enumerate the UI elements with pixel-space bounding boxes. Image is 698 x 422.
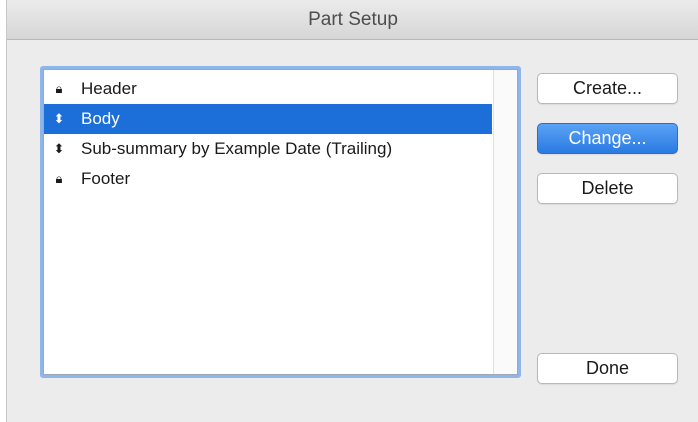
list-item-label: Sub-summary by Example Date (Trailing) xyxy=(81,139,393,158)
list-item-label: Body xyxy=(81,109,120,128)
list-item-sub-summary[interactable]: ⬍ Sub-summary by Example Date (Trailing) xyxy=(44,134,492,164)
done-button[interactable]: Done xyxy=(537,353,678,384)
list-item-footer[interactable]: 🔒︎ Footer xyxy=(44,164,492,194)
reorder-arrows-icon[interactable]: ⬍ xyxy=(52,104,66,134)
list-item-label: Footer xyxy=(81,169,131,188)
delete-button[interactable]: Delete xyxy=(537,173,678,204)
lock-icon: 🔒︎ xyxy=(55,171,63,186)
window-title: Part Setup xyxy=(308,9,398,30)
list-item-body[interactable]: ⬍ Body xyxy=(44,104,492,134)
list-item-label: Header xyxy=(81,79,137,98)
create-button[interactable]: Create... xyxy=(537,73,678,104)
parts-list-focus-ring: 🔒︎ Header ⬍ Body ⬍ Sub-summary by Exampl… xyxy=(40,66,521,378)
vertical-scrollbar[interactable] xyxy=(493,70,517,374)
parts-list[interactable]: 🔒︎ Header ⬍ Body ⬍ Sub-summary by Exampl… xyxy=(43,69,518,375)
list-item-header[interactable]: 🔒︎ Header xyxy=(44,74,492,104)
title-bar[interactable]: Part Setup xyxy=(7,0,698,40)
change-button[interactable]: Change... xyxy=(537,123,678,154)
parts-list-rows: 🔒︎ Header ⬍ Body ⬍ Sub-summary by Exampl… xyxy=(44,74,492,194)
lock-icon: 🔒︎ xyxy=(55,81,63,96)
reorder-arrows-icon[interactable]: ⬍ xyxy=(52,134,66,164)
part-setup-dialog: Part Setup 🔒︎ Header ⬍ Body ⬍ Sub-summar… xyxy=(6,0,698,422)
